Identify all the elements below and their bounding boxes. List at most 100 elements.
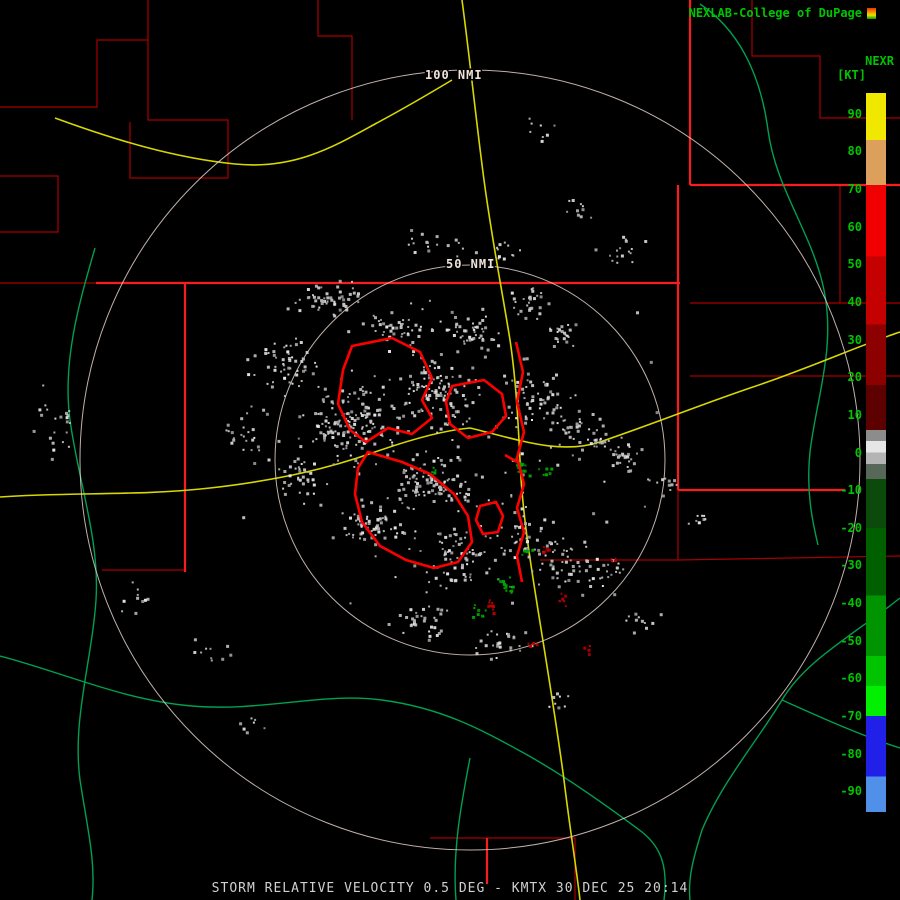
echo-pixel [474,473,478,477]
range-ring [79,69,861,851]
echo-pixel [452,334,456,337]
echo-pixel [387,623,391,626]
echo-pixel [517,313,520,316]
echo-pixel [314,412,318,416]
echo-pixel [472,615,476,619]
echo-pixel [594,438,598,442]
echo-pixel [298,468,301,470]
echo-pixel [252,721,255,724]
echo-pixel [122,599,126,603]
echo-pixel [537,548,541,552]
echo-pixel [562,419,565,422]
echo-pixel [567,579,571,582]
echo-pixel [475,652,479,656]
echo-pixel [567,336,570,338]
echo-pixel [444,557,448,561]
echo-pixel [333,300,336,303]
echo-pixel [287,353,290,355]
echo-pixel [447,494,451,498]
echo-pixel [563,331,567,335]
echo-pixel [446,244,450,248]
echo-pixel [546,397,550,401]
echo-pixel [540,399,543,402]
echo-pixel [411,329,414,332]
echo-pixel [616,249,618,252]
echo-pixel [422,607,425,611]
echo-pixel [136,588,139,591]
echo-pixel [396,532,399,535]
echo-pixel [628,445,631,448]
echo-pixel [323,439,326,442]
echo-pixel [524,464,527,467]
echo-pixel [656,481,659,484]
echo-pixel [402,487,406,491]
echo-pixel [332,463,335,466]
echo-pixel [336,285,340,289]
echo-pixel [578,565,581,568]
echo-pixel [590,216,593,219]
echo-pixel [402,471,406,474]
echo-pixel [380,427,383,430]
echo-pixel [510,291,514,295]
echo-pixel [555,406,559,410]
echo-pixel [286,350,290,354]
echo-pixel [568,328,572,332]
echo-pixel [193,638,197,642]
echo-pixel [288,465,292,469]
echo-pixel [486,633,489,636]
echo-pixel [413,414,417,418]
echo-pixel [615,461,619,465]
echo-pixel [456,445,460,449]
echo-pixel [303,461,306,464]
echo-pixel [531,399,535,402]
echo-pixel [338,279,342,283]
echo-pixel [300,380,303,382]
echo-pixel [425,571,428,574]
echo-pixel [444,375,448,379]
echo-pixel [551,393,555,397]
echo-pixel [250,405,253,408]
echo-pixel [245,439,248,442]
echo-pixel [541,562,544,565]
echo-pixel [345,444,348,447]
echo-pixel [301,482,305,486]
echo-pixel [396,416,399,419]
echo-pixel [374,330,377,332]
echo-pixel [355,443,358,446]
echo-pixel [312,492,315,495]
echo-pixel [388,350,391,353]
echo-pixel [489,537,492,540]
echo-pixel [457,542,461,546]
echo-pixel [589,442,593,446]
echo-pixel [466,317,470,321]
echo-pixel [441,541,444,544]
echo-pixel [388,324,391,327]
echo-pixel [473,607,476,610]
echo-pixel [545,547,549,551]
echo-pixel [551,567,555,571]
echo-pixel [507,417,510,420]
echo-pixel [390,311,394,315]
echo-pixel [618,454,622,458]
echo-pixel [352,427,355,430]
echo-pixel [433,361,437,365]
echo-pixel [487,499,490,502]
echo-pixel [321,398,325,402]
echo-pixel [521,553,524,556]
echo-pixel [382,530,385,533]
echo-pixel [298,478,302,482]
echo-pixel [420,615,423,618]
echo-pixel [440,379,443,382]
echo-pixel [498,641,502,645]
echo-pixel [562,428,565,431]
echo-pixel [531,570,534,573]
echo-pixel [565,550,568,552]
echo-pixel [651,621,655,625]
echo-pixel [628,460,631,463]
echo-pixel [226,644,230,648]
echo-pixel [501,502,504,505]
echo-pixel [611,259,614,262]
echo-pixel [298,385,300,388]
echo-pixel [450,310,454,314]
echo-pixel [542,473,545,476]
